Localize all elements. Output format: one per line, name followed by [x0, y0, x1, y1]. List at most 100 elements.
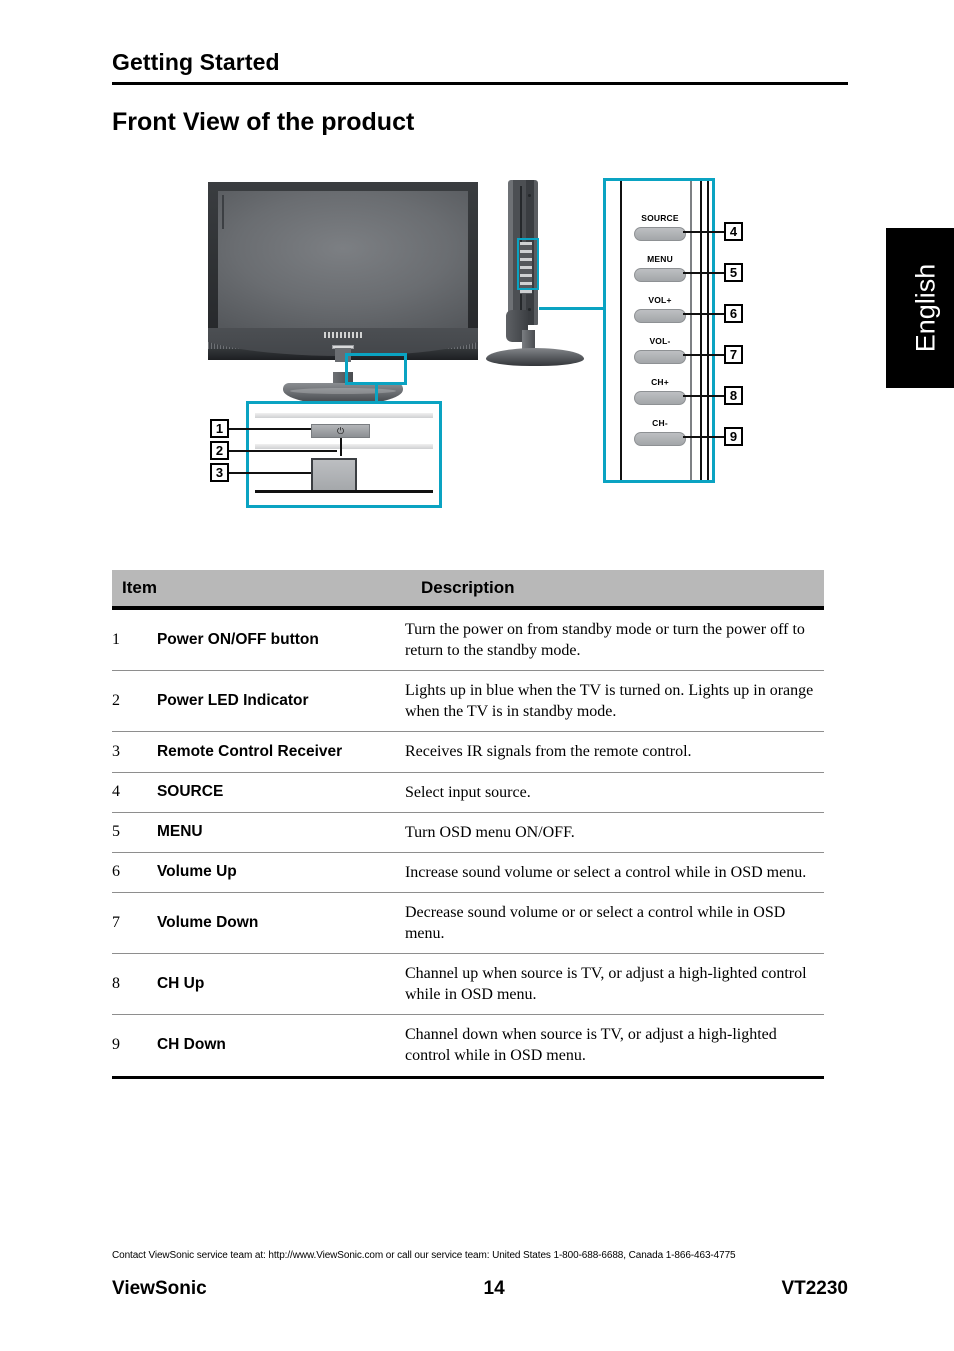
panel-tag-6: 6 — [724, 304, 743, 323]
tv-screen — [218, 191, 468, 328]
tv-side-base — [486, 348, 584, 366]
panel-label-vol-up: VOL+ — [648, 295, 672, 305]
side-leader-line — [539, 307, 603, 310]
row-description: Select input source. — [404, 772, 824, 813]
detail-grille-strip-bottom — [255, 444, 433, 449]
table-row: 9 CH Down Channel down when source is TV, … — [112, 1014, 824, 1079]
panel-edge-line-left — [620, 181, 622, 480]
row-description: Increase sound volume or select a contro… — [404, 852, 824, 893]
panel-tag-4: 4 — [724, 222, 743, 241]
panel-leader-4 — [683, 231, 724, 233]
panel-label-vol-down: VOL- — [649, 336, 671, 346]
row-description: Receives IR signals from the remote cont… — [404, 731, 824, 773]
table-header-item: Item — [112, 570, 157, 610]
front-highlight-box — [345, 353, 407, 385]
panel-tag-5: 5 — [724, 263, 743, 282]
tv-bezel — [208, 182, 478, 360]
panel-leader-9 — [683, 436, 724, 438]
callout-tag-2: 2 — [210, 441, 229, 460]
table-row: 5 MENU Turn OSD menu ON/OFF. — [112, 812, 824, 853]
row-item-name: Volume Down — [156, 892, 405, 955]
header-rule — [112, 82, 848, 86]
row-item-name: CH Down — [156, 1014, 405, 1079]
row-number: 7 — [112, 892, 157, 955]
panel-label-menu: MENU — [647, 254, 673, 264]
callout-leader-2 — [229, 450, 337, 452]
row-number: 1 — [112, 608, 157, 672]
row-item-name: Remote Control Receiver — [156, 731, 405, 773]
table-row: 2 Power LED Indicator Lights up in blue wh… — [112, 670, 824, 733]
table-header-row: Item Description — [112, 570, 824, 610]
row-description: Turn OSD menu ON/OFF. — [404, 812, 824, 853]
row-number: 4 — [112, 772, 157, 813]
row-number: 8 — [112, 953, 157, 1016]
product-figure: ⏻ 1 2 3 SOURCE MENU VOL+ VOL- CH+ CH- 4 … — [0, 170, 954, 530]
table-header-item-spacer — [156, 570, 405, 610]
table-row: 4 SOURCE Select input source. — [112, 772, 824, 813]
row-item-name: Power ON/OFF button — [156, 608, 405, 672]
callout-leader-1 — [229, 428, 311, 430]
row-item-name: CH Up — [156, 953, 405, 1016]
detail-baseline — [255, 490, 433, 493]
callout-tag-3: 3 — [210, 463, 229, 482]
row-description: Channel up when source is TV, or adjust … — [404, 953, 824, 1016]
detail-power-button: ⏻ — [311, 424, 370, 438]
row-description: Channel down when source is TV, or adjus… — [404, 1014, 824, 1079]
callout-leader-3 — [229, 472, 311, 474]
table-body: 1 Power ON/OFF button Turn the power on fr… — [112, 608, 824, 1079]
item-description-table: Item Description 1 Power ON/OFF button Tur… — [112, 570, 824, 1079]
table-row: 8 CH Up Channel up when source is TV, or a… — [112, 953, 824, 1016]
panel-button-ch-up[interactable] — [634, 391, 686, 405]
row-item-name: SOURCE — [156, 772, 405, 813]
row-item-name: Power LED Indicator — [156, 670, 405, 733]
panel-button-menu[interactable] — [634, 268, 686, 282]
row-number: 3 — [112, 731, 157, 773]
row-description: Lights up in blue when the TV is turned … — [404, 670, 824, 733]
footer-page-number: 14 — [483, 1278, 505, 1299]
row-item-name: Volume Up — [156, 852, 405, 893]
callout-tag-1: 1 — [210, 419, 229, 438]
section-title: Getting Started — [112, 49, 280, 75]
panel-button-source[interactable] — [634, 227, 686, 241]
table-row: 1 Power ON/OFF button Turn the power on fr… — [112, 608, 824, 672]
panel-tag-8: 8 — [724, 386, 743, 405]
front-detail-callout: ⏻ — [246, 401, 442, 508]
row-number: 5 — [112, 812, 157, 853]
panel-tag-7: 7 — [724, 345, 743, 364]
row-number: 2 — [112, 670, 157, 733]
panel-leader-6 — [683, 313, 724, 315]
panel-leader-5 — [683, 272, 724, 274]
panel-label-ch-up: CH+ — [651, 377, 669, 387]
footer-model: VT2230 — [781, 1278, 848, 1299]
panel-tag-9: 9 — [724, 427, 743, 446]
tv-front-illustration — [208, 182, 478, 405]
detail-ir-receiver — [311, 458, 357, 491]
panel-button-ch-down[interactable] — [634, 432, 686, 446]
footer-contact: Contact ViewSonic service team at: http:… — [112, 1250, 736, 1261]
footer-bar: ViewSonic 14 VT2230 — [112, 1278, 848, 1300]
row-item-name: MENU — [156, 812, 405, 853]
table-header-description: Description — [404, 570, 824, 610]
panel-leader-7 — [683, 354, 724, 356]
power-icon: ⏻ — [336, 425, 345, 436]
row-description: Turn the power on from standby mode or t… — [404, 608, 824, 672]
table-row: 7 Volume Down Decrease sound volume or or … — [112, 892, 824, 955]
panel-button-vol-down[interactable] — [634, 350, 686, 364]
tv-side-screw-bottom — [528, 308, 531, 311]
row-number: 9 — [112, 1014, 157, 1079]
page-header: Getting Started — [112, 49, 848, 86]
panel-leader-8 — [683, 395, 724, 397]
detail-power-led — [340, 438, 342, 456]
viewsonic-logo-icon — [324, 332, 362, 338]
page-title: Front View of the product — [112, 108, 415, 136]
detail-grille-strip-top — [255, 413, 433, 418]
panel-button-vol-up[interactable] — [634, 309, 686, 323]
panel-label-ch-down: CH- — [652, 418, 668, 428]
table-row: 6 Volume Up Increase sound volume or selec… — [112, 852, 824, 893]
footer-brand: ViewSonic — [112, 1278, 207, 1299]
row-number: 6 — [112, 852, 157, 893]
table-row: 3 Remote Control Receiver Receives IR sign… — [112, 731, 824, 773]
tv-side-screw-top — [528, 194, 531, 197]
panel-label-source: SOURCE — [641, 213, 679, 223]
side-highlight-box — [517, 238, 539, 290]
